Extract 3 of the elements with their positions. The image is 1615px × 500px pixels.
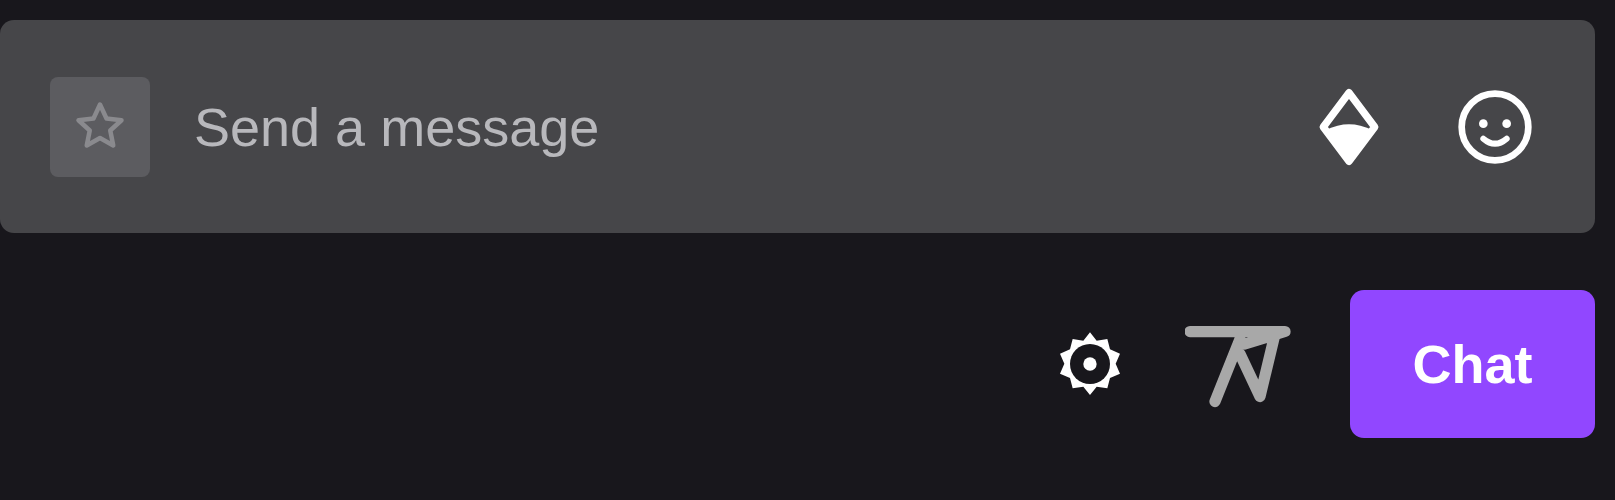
message-input[interactable]: Send a message xyxy=(192,85,1243,168)
chat-button[interactable]: Chat xyxy=(1350,290,1595,438)
chat-input-field[interactable]: Send a message xyxy=(0,20,1595,233)
